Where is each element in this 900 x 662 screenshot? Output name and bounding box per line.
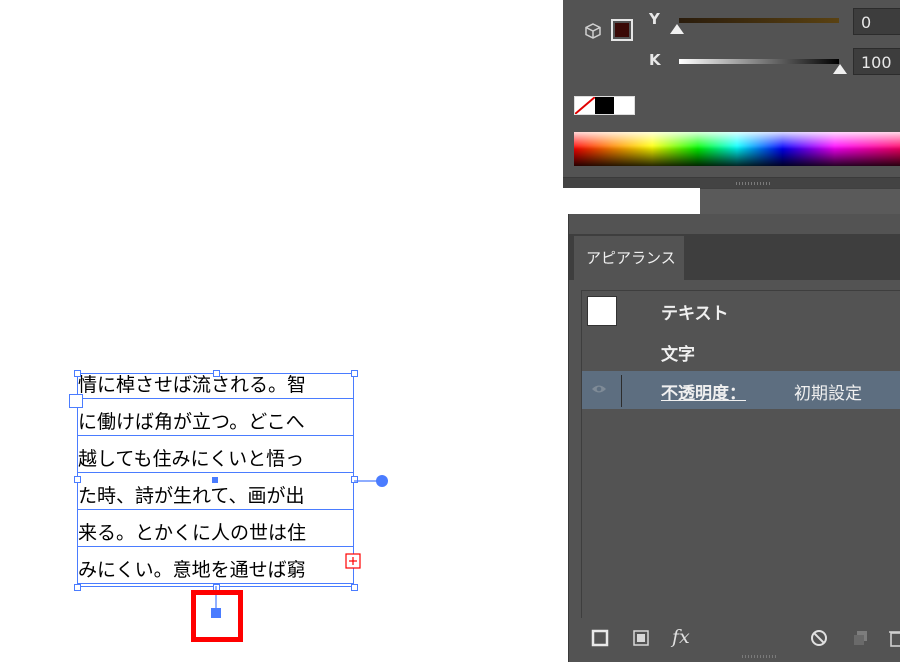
appearance-row-opacity[interactable]: 不透明度： 初期設定: [582, 371, 900, 409]
fill-color-swatch[interactable]: [611, 19, 633, 41]
panel-gap-bar: [700, 188, 900, 215]
opacity-link[interactable]: 不透明度：: [661, 379, 746, 404]
appearance-footer: fx: [569, 618, 900, 662]
row-label: 文字: [661, 345, 695, 365]
black-swatch[interactable]: [594, 97, 615, 114]
resize-handle[interactable]: [213, 370, 220, 377]
appearance-list: テキスト 文字 不透明度： 初期設定: [581, 290, 900, 622]
resize-handle[interactable]: [74, 476, 81, 483]
fx-icon[interactable]: fx: [672, 626, 690, 648]
in-port[interactable]: [69, 394, 83, 408]
appearance-panel: アピアランス テキスト 文字 不透明度： 初期設定 fx: [568, 214, 900, 662]
k-slider-thumb[interactable]: [833, 64, 847, 74]
white-swatch[interactable]: [614, 97, 635, 114]
channel-y-label: Y: [649, 10, 660, 28]
y-value-input[interactable]: 0: [853, 8, 900, 35]
highlight-box: [191, 590, 243, 642]
new-fill-icon[interactable]: [631, 628, 651, 648]
channel-k-label: K: [649, 51, 661, 69]
center-point: [212, 477, 218, 483]
appearance-row-characters[interactable]: 文字: [582, 332, 900, 370]
eye-icon[interactable]: [591, 383, 607, 395]
delete-item-icon[interactable]: [889, 628, 900, 648]
y-slider[interactable]: [679, 18, 839, 23]
cube-icon[interactable]: [584, 22, 602, 40]
appearance-row-text[interactable]: テキスト: [582, 291, 900, 329]
area-type-widget-icon[interactable]: [354, 473, 390, 489]
resize-grip-icon[interactable]: [742, 655, 778, 658]
tab-strip: アピアランス: [569, 214, 900, 280]
color-panel: Y 0 K 100: [563, 0, 900, 188]
overset-text-icon[interactable]: [345, 553, 361, 569]
none-swatch[interactable]: [575, 97, 595, 114]
panel-divider[interactable]: [563, 177, 900, 188]
color-spectrum[interactable]: [574, 132, 900, 166]
y-slider-thumb[interactable]: [670, 24, 684, 34]
row-label: テキスト: [661, 304, 729, 324]
k-slider[interactable]: [679, 59, 839, 64]
opacity-value: 初期設定: [794, 384, 862, 404]
resize-handle[interactable]: [74, 584, 81, 591]
resize-handle[interactable]: [74, 370, 81, 377]
quick-swatches: [574, 96, 635, 115]
k-value-input[interactable]: 100: [853, 48, 900, 75]
resize-grip-icon[interactable]: [736, 182, 772, 185]
clear-appearance-icon[interactable]: [809, 628, 829, 648]
new-stroke-icon[interactable]: [590, 628, 610, 648]
resize-handle[interactable]: [351, 370, 358, 377]
text-thumbnail: [587, 296, 617, 326]
duplicate-item-icon[interactable]: [851, 628, 871, 648]
tab-appearance[interactable]: アピアランス: [574, 236, 684, 280]
resize-handle[interactable]: [351, 584, 358, 591]
